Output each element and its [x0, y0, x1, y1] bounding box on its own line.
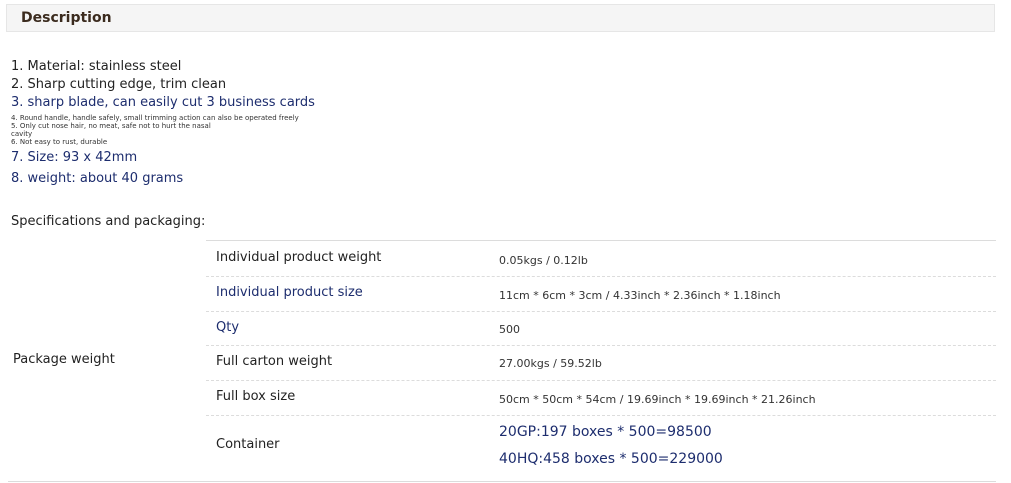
spec-value: 11cm * 6cm * 3cm / 4.33inch * 2.36inch *… [499, 289, 781, 302]
spec-value: 0.05kgs / 0.12lb [499, 254, 588, 267]
spec-key: Full carton weight [216, 354, 333, 369]
description-header: Description [6, 4, 995, 32]
table-bottom-border [8, 481, 996, 482]
description-item-safety: 5. Only cut nose hair, no meat, safe not… [11, 122, 211, 138]
spec-value-40hq: 40HQ:458 boxes * 500=229000 [499, 451, 723, 467]
table-row: Qty 500 [206, 312, 996, 346]
description-item-material: 1. Material: stainless steel [11, 59, 182, 74]
spec-value-20gp: 20GP:197 boxes * 500=98500 [499, 424, 712, 440]
table-row: Full carton weight 27.00kgs / 59.52lb [206, 346, 996, 381]
table-row: Individual product size 11cm * 6cm * 3cm… [206, 277, 996, 312]
description-item-size: 7. Size: 93 x 42mm [11, 150, 138, 165]
table-row: Container 20GP:197 boxes * 500=98500 40H… [206, 416, 996, 481]
description-item-weight: 8. weight: about 40 grams [11, 171, 184, 186]
table-row: Individual product weight 0.05kgs / 0.12… [206, 240, 996, 277]
table-row: Full box size 50cm * 50cm * 54cm / 19.69… [206, 381, 996, 416]
spec-key: Container [216, 437, 280, 452]
package-weight-label: Package weight [13, 352, 115, 367]
description-title: Description [21, 10, 112, 26]
spec-key: Full box size [216, 389, 296, 404]
spec-key: Individual product weight [216, 250, 382, 265]
specifications-table: Package weight Individual product weight… [8, 240, 996, 482]
description-item-round-handle: 4. Round handle, handle safely, small tr… [11, 114, 299, 122]
spec-value: 500 [499, 323, 520, 336]
spec-value: 27.00kgs / 59.52lb [499, 357, 602, 370]
spec-key: Qty [216, 320, 240, 335]
description-item-sharp-blade: 3. sharp blade, can easily cut 3 busines… [11, 95, 315, 110]
description-item-cutting-edge: 2. Sharp cutting edge, trim clean [11, 77, 227, 92]
description-item-rust: 6. Not easy to rust, durable [11, 138, 108, 146]
spec-value: 50cm * 50cm * 54cm / 19.69inch * 19.69in… [499, 393, 816, 406]
specifications-title: Specifications and packaging: [11, 214, 206, 229]
spec-key: Individual product size [216, 285, 363, 300]
description-list: 1. Material: stainless steel 2. Sharp cu… [11, 58, 341, 188]
